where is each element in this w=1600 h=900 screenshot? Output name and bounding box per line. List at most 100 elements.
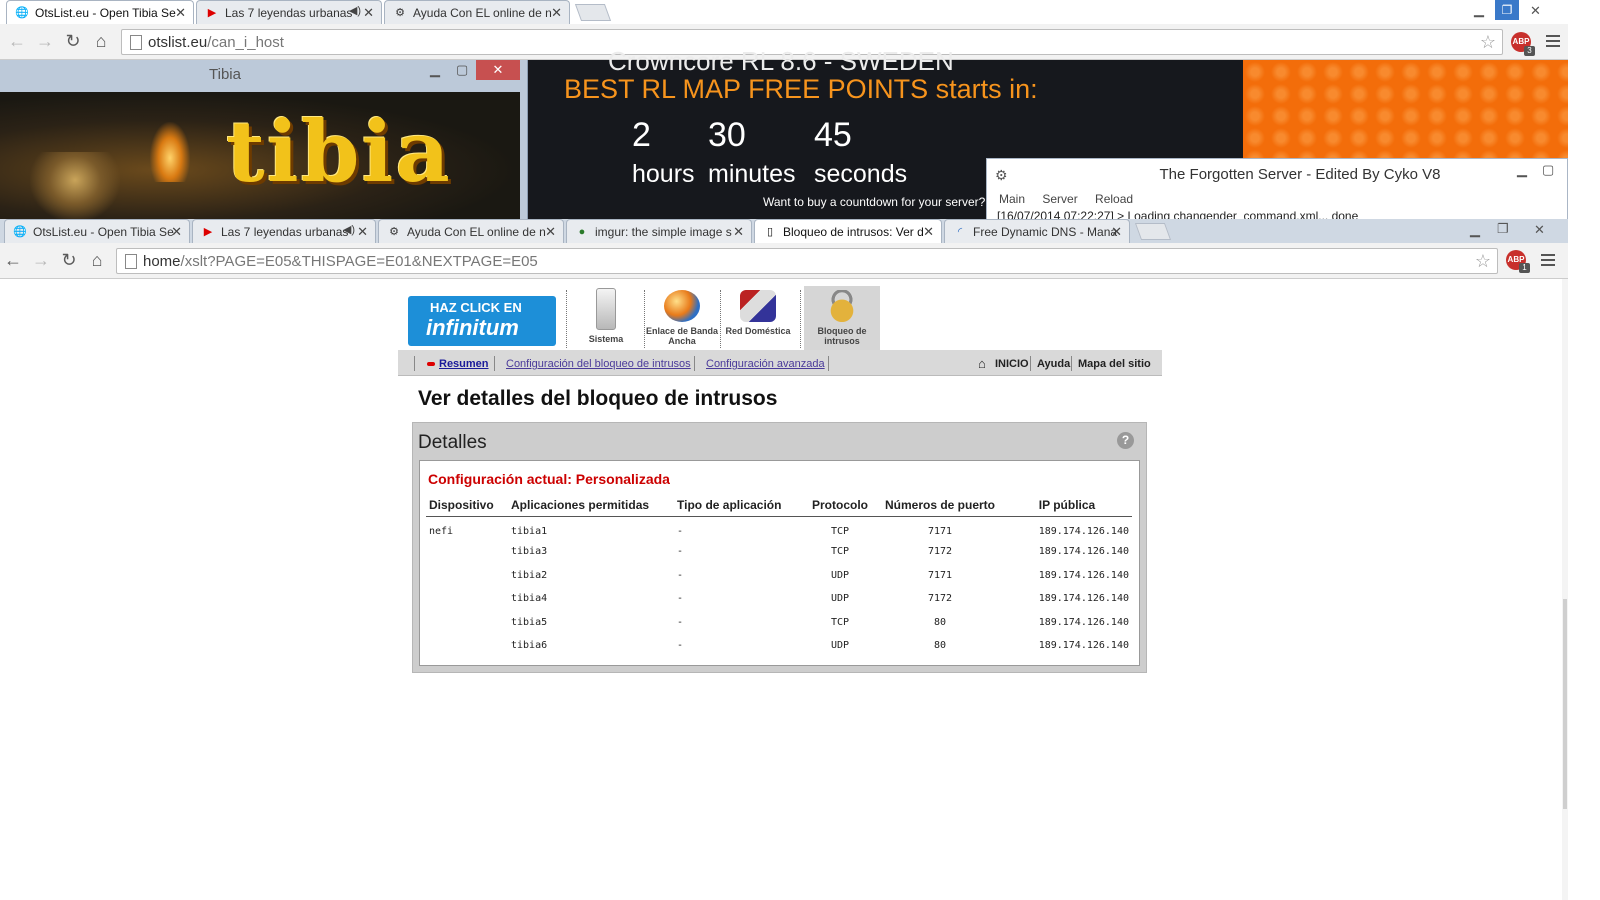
cell-ip: 189.174.126.140 [1038, 569, 1129, 581]
close-icon[interactable]: ✕ [363, 5, 374, 21]
minutes-label: minutes [708, 160, 796, 188]
subnav-mapa-sitio[interactable]: Mapa del sitio [1078, 358, 1151, 370]
front-address-bar[interactable]: home/xslt?PAGE=E05&THISPAGE=E01&NEXTPAGE… [116, 248, 1498, 274]
cell-protocolo: UDP [830, 640, 850, 652]
back-tab-otslist[interactable]: 🌐 OtsList.eu - Open Tibia Se ✕ [6, 0, 194, 24]
restore-icon[interactable]: ❐ [1497, 221, 1509, 237]
front-tab-imgur[interactable]: ● imgur: the simple image s ✕ [566, 219, 752, 243]
cell-puerto: 80 [933, 616, 947, 628]
back-tab-ayuda[interactable]: ⚙ Ayuda Con EL online de n ✕ [384, 0, 570, 24]
home-icon[interactable]: ⌂ [90, 31, 112, 52]
front-tab-dns[interactable]: ◜ Free Dynamic DNS - Mana ✕ [944, 219, 1130, 243]
nav-bloqueo[interactable]: Bloqueo de intrusos [804, 286, 880, 350]
reload-icon[interactable]: ↻ [62, 31, 84, 52]
url-host: home [143, 253, 181, 270]
close-window-icon[interactable]: ✕ [476, 60, 520, 80]
back-tab-strip: 🌐 OtsList.eu - Open Tibia Se ✕ ▶ Las 7 l… [0, 0, 1600, 24]
cell-aplicacion: tibia5 [511, 616, 548, 628]
menu-icon[interactable] [1541, 254, 1555, 269]
close-icon[interactable]: ✕ [923, 224, 934, 240]
help-icon[interactable]: ? [1117, 432, 1134, 449]
front-tab-otslist[interactable]: 🌐 OtsList.eu - Open Tibia Se ✕ [4, 219, 190, 243]
nav-label: Enlace de Banda Ancha [645, 326, 719, 346]
tab-label: Las 7 leyendas urbanas [221, 225, 349, 239]
menu-main[interactable]: Main [999, 192, 1025, 206]
maximize-icon[interactable]: ▢ [1542, 162, 1554, 178]
close-window-icon[interactable]: ✕ [1534, 222, 1545, 238]
close-icon[interactable]: ✕ [733, 224, 744, 240]
cell-puerto: 7171 [927, 569, 953, 581]
menu-server[interactable]: Server [1042, 192, 1077, 206]
cell-aplicacion: tibia2 [511, 569, 548, 581]
forward-arrow-icon[interactable]: → [30, 250, 52, 271]
cell-dispositivo [426, 564, 508, 588]
nav-enlace[interactable]: Enlace de Banda Ancha [644, 286, 720, 350]
minimize-icon[interactable]: ▁ [1470, 222, 1480, 238]
otslist-favicon-icon: 🌐 [15, 7, 29, 19]
nav-sistema[interactable]: Sistema [568, 286, 644, 350]
subnav-configuracion-bloqueo[interactable]: Configuración del bloqueo de intrusos [506, 358, 691, 370]
front-tab-ayuda[interactable]: ⚙ Ayuda Con EL online de n ✕ [378, 219, 564, 243]
sub-divider [694, 356, 695, 371]
router-header: HAZ CLICK EN infinitum Sistema Enlace de… [404, 284, 1164, 352]
minimize-icon[interactable]: ▁ [1517, 162, 1527, 178]
tab-label: Free Dynamic DNS - Mana [973, 225, 1118, 239]
tibia-logo: tibia [226, 102, 452, 201]
close-icon[interactable]: ✕ [357, 224, 368, 240]
minimize-icon[interactable]: ▁ [430, 62, 440, 78]
table-row: tibia3 - TCP 7172 189.174.126.140 [426, 540, 1132, 564]
cell-aplicacion: tibia6 [511, 640, 548, 652]
reload-icon[interactable]: ↻ [58, 250, 80, 271]
nav-red[interactable]: Red Doméstica [720, 286, 796, 350]
subnav-configuracion-avanzada[interactable]: Configuración avanzada [706, 358, 825, 370]
back-arrow-icon[interactable]: ← [2, 250, 24, 271]
cell-dispositivo: nefi [429, 526, 454, 537]
buy-countdown-link[interactable]: Want to buy a countdown for your server?… [763, 195, 1015, 209]
cell-ip: 189.174.126.140 [1038, 526, 1129, 537]
cell-dispositivo [426, 611, 508, 635]
scrollbar-thumb[interactable] [1563, 599, 1567, 809]
close-icon[interactable]: ✕ [551, 5, 562, 21]
minimize-icon[interactable]: ▁ [1474, 2, 1484, 18]
front-tab-leyendas[interactable]: ▶ Las 7 leyendas urbanas ◀) ✕ [192, 219, 376, 243]
cell-protocolo: TCP [830, 526, 850, 537]
sub-divider [828, 356, 829, 371]
countdown-hours: 2 [632, 116, 651, 154]
globe-icon [664, 290, 700, 322]
subnav-ayuda[interactable]: Ayuda [1037, 358, 1070, 370]
cell-ip: 189.174.126.140 [1038, 593, 1129, 605]
close-icon[interactable]: ✕ [545, 224, 556, 240]
forward-arrow-icon[interactable]: → [34, 31, 56, 52]
menu-reload[interactable]: Reload [1095, 192, 1133, 206]
back-arrow-icon[interactable]: ← [6, 31, 28, 52]
restore-icon[interactable]: ❐ [1495, 0, 1519, 20]
close-icon[interactable]: ✕ [171, 224, 182, 240]
page-icon [130, 35, 142, 50]
infinitum-logo[interactable]: HAZ CLICK EN infinitum [408, 296, 556, 346]
maximize-icon[interactable]: ▢ [456, 62, 468, 78]
tab-label: Las 7 leyendas urbanas [225, 6, 353, 20]
new-tab-button[interactable] [574, 4, 612, 21]
rules-table: Dispositivo Aplicaciones permitidas Tipo… [426, 495, 1132, 658]
home-icon[interactable]: ⌂ [86, 250, 108, 271]
cell-tipo: - [677, 640, 684, 652]
back-tab-leyendas[interactable]: ▶ Las 7 leyendas urbanas ◀) ✕ [196, 0, 382, 24]
menu-icon[interactable] [1546, 35, 1560, 50]
bookmark-star-icon[interactable]: ☆ [1475, 251, 1491, 272]
page-icon [125, 254, 137, 269]
subnav-inicio[interactable]: INICIO [995, 358, 1029, 370]
close-icon[interactable]: ✕ [1111, 224, 1122, 240]
subnav-resumen[interactable]: Resumen [439, 358, 489, 370]
close-window-icon[interactable]: ✕ [1530, 3, 1541, 19]
seconds-label: seconds [814, 160, 908, 188]
adblock-badge: 3 [1524, 46, 1535, 56]
desktop-edge [1568, 0, 1600, 900]
bookmark-star-icon[interactable]: ☆ [1480, 32, 1496, 53]
new-tab-button[interactable] [1134, 223, 1172, 240]
cell-protocolo: TCP [830, 546, 850, 558]
close-icon[interactable]: ✕ [175, 5, 186, 21]
nav-divider [566, 290, 567, 348]
front-tab-bloqueo[interactable]: ▯ Bloqueo de intrusos: Ver d ✕ [754, 219, 942, 243]
cell-aplicacion: tibia1 [511, 526, 548, 537]
table-row: tibia5 - TCP 80 189.174.126.140 [426, 611, 1132, 635]
